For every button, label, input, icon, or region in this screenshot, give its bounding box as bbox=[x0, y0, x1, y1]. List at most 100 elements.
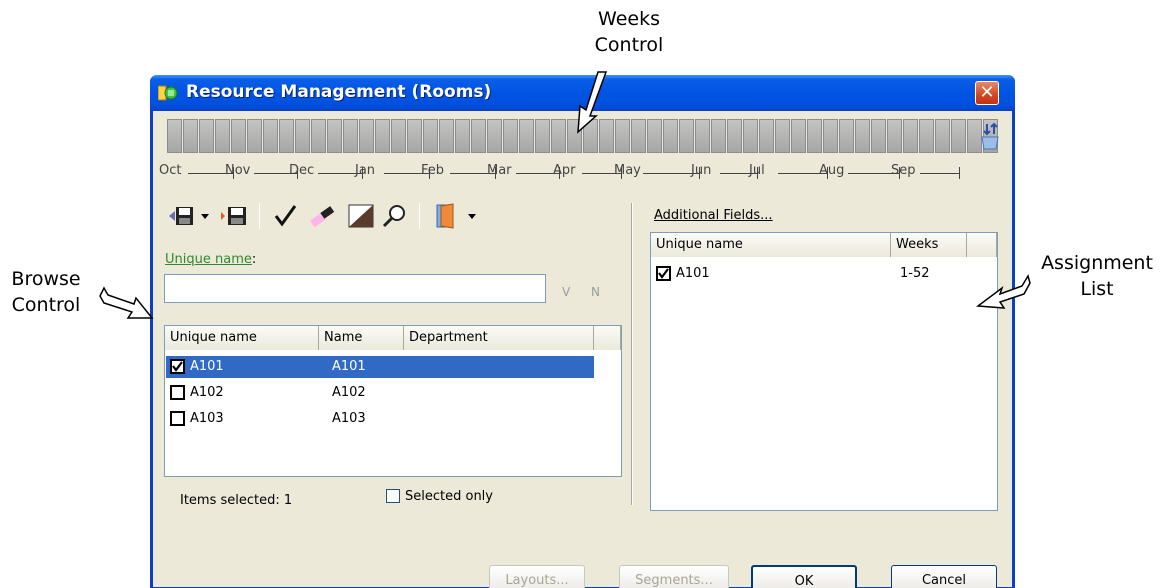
week-cell[interactable] bbox=[887, 119, 902, 153]
week-cell[interactable] bbox=[295, 119, 310, 153]
eraser-icon[interactable] bbox=[307, 203, 339, 229]
week-cell[interactable] bbox=[375, 119, 390, 153]
table-row[interactable]: A102 A102 bbox=[166, 382, 621, 404]
n-toggle[interactable]: N bbox=[591, 285, 600, 299]
week-cell[interactable] bbox=[791, 119, 806, 153]
week-cell[interactable] bbox=[631, 119, 646, 153]
column-header-unique-name[interactable]: Unique name bbox=[165, 326, 319, 350]
column-header-unique-name[interactable]: Unique name bbox=[651, 233, 891, 257]
table-row[interactable]: A101 A101 bbox=[166, 356, 594, 378]
week-cell[interactable] bbox=[679, 119, 694, 153]
week-cell[interactable] bbox=[695, 119, 710, 153]
week-cell[interactable] bbox=[167, 119, 182, 153]
browse-toolbar bbox=[167, 200, 607, 230]
week-cell[interactable] bbox=[743, 119, 758, 153]
week-cell[interactable] bbox=[807, 119, 822, 153]
week-cell[interactable] bbox=[183, 119, 198, 153]
close-button[interactable]: ✕ bbox=[975, 81, 999, 105]
week-cell[interactable] bbox=[615, 119, 630, 153]
column-header-weeks[interactable]: Weeks bbox=[891, 233, 967, 257]
week-cell[interactable] bbox=[919, 119, 934, 153]
month-label: Nov bbox=[225, 163, 251, 178]
week-cell[interactable] bbox=[359, 119, 374, 153]
week-cell[interactable] bbox=[663, 119, 678, 153]
row-checkbox[interactable] bbox=[170, 359, 185, 374]
save-icon[interactable] bbox=[219, 203, 249, 229]
week-cell[interactable] bbox=[487, 119, 502, 153]
week-cell[interactable] bbox=[231, 119, 246, 153]
week-cell[interactable] bbox=[327, 119, 342, 153]
month-label: Jul bbox=[749, 163, 765, 178]
week-cell[interactable] bbox=[215, 119, 230, 153]
panel-divider bbox=[631, 203, 633, 505]
selected-only-checkbox[interactable] bbox=[386, 489, 400, 503]
weeks-control[interactable] bbox=[167, 119, 998, 153]
column-header-filler bbox=[967, 233, 997, 257]
week-cell[interactable] bbox=[839, 119, 854, 153]
week-cell[interactable] bbox=[471, 119, 486, 153]
sort-weeks-icon[interactable] bbox=[979, 122, 1001, 152]
week-cell[interactable] bbox=[279, 119, 294, 153]
check-icon[interactable] bbox=[273, 203, 299, 229]
cancel-button[interactable]: Cancel bbox=[891, 565, 997, 588]
week-cell[interactable] bbox=[391, 119, 406, 153]
v-toggle[interactable]: V bbox=[562, 285, 570, 299]
table-row[interactable]: A101 1-52 bbox=[652, 263, 992, 285]
browse-list[interactable]: Unique name Name Department A101 A101 A102… bbox=[164, 325, 622, 477]
cell-unique-name: A101 bbox=[676, 266, 710, 281]
week-cell[interactable] bbox=[647, 119, 662, 153]
label-text: Unique name bbox=[165, 252, 252, 267]
week-cell[interactable] bbox=[455, 119, 470, 153]
week-cell[interactable] bbox=[503, 119, 518, 153]
week-cell[interactable] bbox=[583, 119, 598, 153]
week-cell[interactable] bbox=[439, 119, 454, 153]
week-cell[interactable] bbox=[423, 119, 438, 153]
callout-line: List bbox=[1080, 278, 1114, 300]
week-cell[interactable] bbox=[823, 119, 838, 153]
shade-icon[interactable] bbox=[347, 203, 375, 229]
window-title: Resource Management (Rooms) bbox=[186, 82, 492, 102]
week-cell[interactable] bbox=[775, 119, 790, 153]
week-cell[interactable] bbox=[759, 119, 774, 153]
magnifier-icon[interactable] bbox=[381, 203, 409, 229]
load-layout-icon[interactable] bbox=[167, 203, 195, 229]
week-cell[interactable] bbox=[951, 119, 966, 153]
week-cell[interactable] bbox=[599, 119, 614, 153]
week-cell[interactable] bbox=[343, 119, 358, 153]
week-cell[interactable] bbox=[855, 119, 870, 153]
ok-button[interactable]: OK bbox=[751, 565, 857, 588]
row-checkbox[interactable] bbox=[170, 411, 185, 426]
column-header-name[interactable]: Name bbox=[319, 326, 404, 350]
column-header-filler bbox=[594, 326, 621, 350]
checkmark-icon bbox=[658, 268, 669, 279]
week-cell[interactable] bbox=[903, 119, 918, 153]
week-cell[interactable] bbox=[199, 119, 214, 153]
title-bar[interactable]: Resource Management (Rooms) ✕ bbox=[150, 75, 1015, 111]
unique-name-input[interactable] bbox=[164, 274, 546, 303]
additional-fields-link[interactable]: Additional Fields... bbox=[654, 208, 773, 223]
dropdown-arrow-icon[interactable] bbox=[200, 203, 210, 229]
door-icon[interactable] bbox=[433, 203, 463, 229]
week-cell[interactable] bbox=[567, 119, 582, 153]
month-label: Aug bbox=[819, 163, 845, 178]
week-cell[interactable] bbox=[247, 119, 262, 153]
week-cell[interactable] bbox=[935, 119, 950, 153]
week-cell[interactable] bbox=[727, 119, 742, 153]
segments-button[interactable]: Segments... bbox=[619, 565, 729, 588]
week-cell[interactable] bbox=[519, 119, 534, 153]
week-cell[interactable] bbox=[535, 119, 550, 153]
callout-line: Weeks bbox=[598, 8, 660, 30]
layouts-button[interactable]: Layouts... bbox=[489, 565, 585, 588]
dropdown-arrow-icon[interactable] bbox=[467, 203, 477, 229]
row-checkbox[interactable] bbox=[170, 385, 185, 400]
row-checkbox[interactable] bbox=[656, 266, 671, 281]
table-row[interactable]: A103 A103 bbox=[166, 408, 621, 430]
week-cell[interactable] bbox=[407, 119, 422, 153]
week-cell[interactable] bbox=[871, 119, 886, 153]
assignment-list[interactable]: Unique name Weeks A101 1-52 bbox=[650, 232, 998, 511]
week-cell[interactable] bbox=[311, 119, 326, 153]
week-cell[interactable] bbox=[711, 119, 726, 153]
week-cell[interactable] bbox=[551, 119, 566, 153]
week-cell[interactable] bbox=[263, 119, 278, 153]
column-header-department[interactable]: Department bbox=[404, 326, 594, 350]
